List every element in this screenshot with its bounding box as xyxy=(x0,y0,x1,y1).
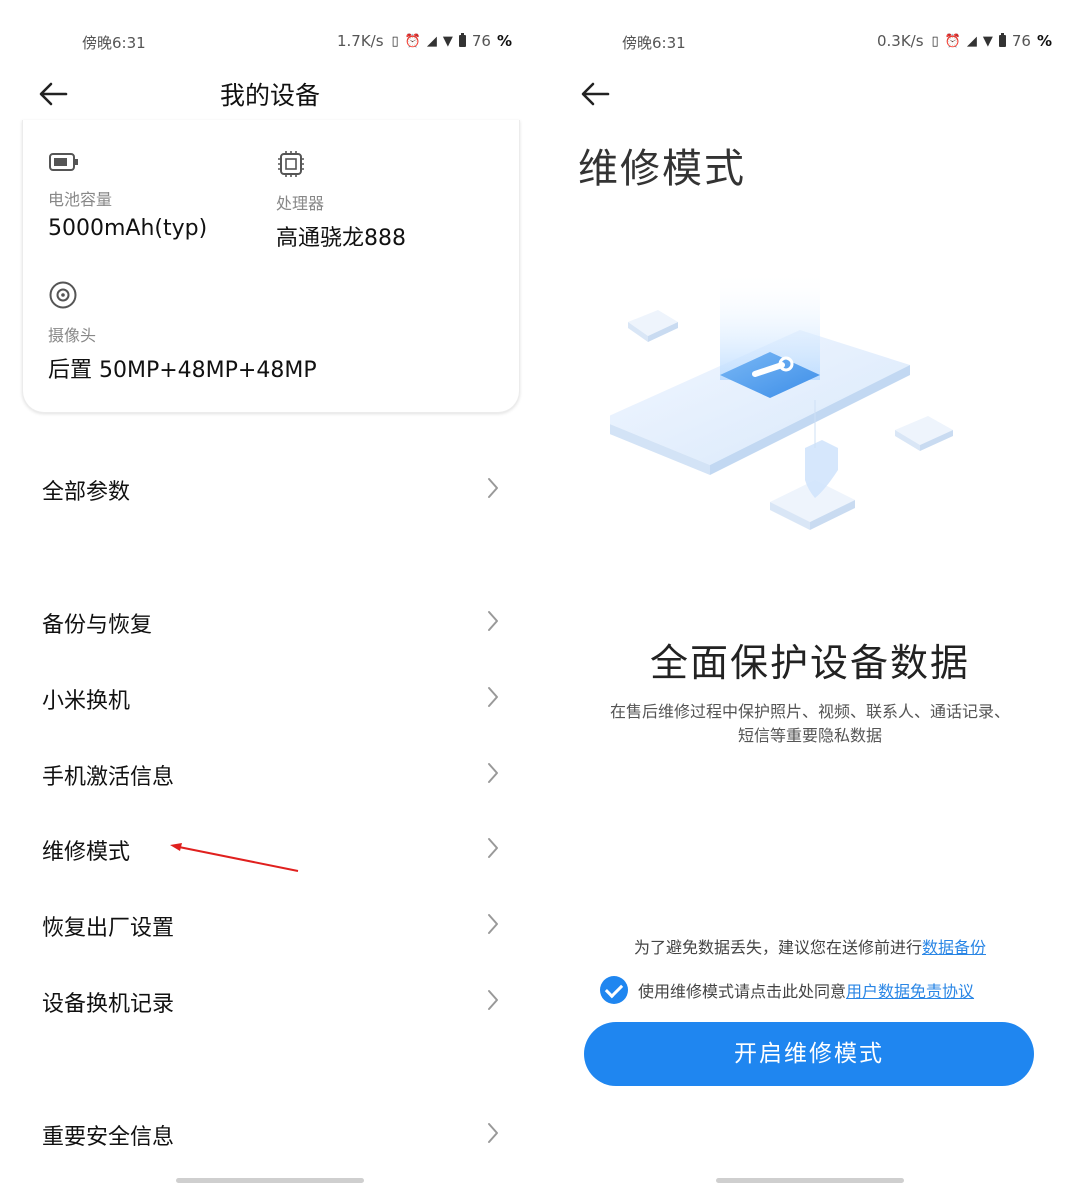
camera-icon xyxy=(49,281,77,309)
data-backup-link[interactable]: 数据备份 xyxy=(922,938,986,957)
device-specs-card: 电池容量 5000mAh(typ) 处理器 高通骁龙888 摄像头 后置 50M… xyxy=(22,120,520,413)
menu-item-label: 设备换机记录 xyxy=(42,992,175,1017)
nav-bar: 我的设备 xyxy=(0,72,540,116)
description-line: 在售后维修过程中保护照片、视频、联系人、通话记录、 xyxy=(609,702,1010,721)
spec-battery: 电池容量 5000mAh(typ) xyxy=(48,150,207,241)
menu-item-label: 全部参数 xyxy=(42,480,131,505)
page-title: 我的设备 xyxy=(219,81,320,110)
menu-item-label: 小米换机 xyxy=(42,689,131,714)
chevron-right-icon xyxy=(488,1123,498,1143)
spec-label: 电池容量 xyxy=(48,190,113,209)
agreement-row: 使用维修模式请点击此处同意 用户数据免责协议 xyxy=(600,974,974,1006)
description: 在售后维修过程中保护照片、视频、联系人、通话记录、 短信等重要隐私数据 xyxy=(580,700,1040,748)
battery-level: 76 xyxy=(1011,32,1031,50)
alarm-icon: ⏰ xyxy=(944,33,961,49)
menu-item-backup-restore[interactable]: 备份与恢复 xyxy=(0,593,540,653)
menu-item-label: 备份与恢复 xyxy=(42,613,153,638)
chevron-right-icon xyxy=(488,611,498,631)
menu-item-all-params[interactable]: 全部参数 xyxy=(0,460,540,520)
headline: 全面保护设备数据 xyxy=(649,641,970,685)
spec-value: 5000mAh(typ) xyxy=(48,216,208,241)
vibrate-icon: ▯ xyxy=(391,33,399,49)
page-title: 维修模式 xyxy=(578,146,746,192)
agreement-text: 使用维修模式请点击此处同意 xyxy=(638,982,847,1001)
enable-repair-mode-button[interactable]: 开启维修模式 xyxy=(584,1022,1034,1086)
wifi-icon: ▼ xyxy=(442,33,453,49)
my-device-screen: 傍晚6:31 1.7K/s ▯ ⏰ ◢ ▼ 76 % 我的设备 电池容量 500… xyxy=(0,0,540,1195)
menu-item-safety-info[interactable]: 重要安全信息 xyxy=(0,1105,540,1165)
spec-label: 处理器 xyxy=(276,194,325,213)
chevron-right-icon xyxy=(488,914,498,934)
battery-percent-sign: % xyxy=(1036,32,1052,50)
menu-item-label: 恢复出厂设置 xyxy=(42,916,175,941)
battery-icon xyxy=(458,33,466,47)
battery-percent-sign: % xyxy=(496,32,512,50)
battery-icon xyxy=(998,33,1006,47)
spec-value: 高通骁龙888 xyxy=(276,226,406,251)
vibrate-icon: ▯ xyxy=(931,33,939,49)
status-time: 傍晚6:31 xyxy=(622,34,686,52)
backup-note: 为了避免数据丢失，建议您在送修前进行数据备份 xyxy=(540,934,1080,958)
annotation-arrow xyxy=(170,843,299,872)
chevron-right-icon xyxy=(488,990,498,1010)
repair-mode-screen: 傍晚6:31 0.3K/s ▯ ⏰ ◢ ▼ 76 % 维修模式 全面保护设备数据… xyxy=(540,0,1080,1195)
menu-item-label: 重要安全信息 xyxy=(42,1125,175,1150)
home-indicator[interactable] xyxy=(176,1178,364,1183)
spec-processor: 处理器 高通骁龙888 xyxy=(276,150,406,252)
status-bar: 傍晚6:31 0.3K/s ▯ ⏰ ◢ ▼ 76 % xyxy=(540,28,1080,54)
alarm-icon: ⏰ xyxy=(404,33,421,49)
signal-icon: ◢ xyxy=(966,33,977,49)
wifi-icon: ▼ xyxy=(982,33,993,49)
back-button[interactable] xyxy=(578,76,618,112)
home-indicator[interactable] xyxy=(716,1178,904,1183)
menu-item-mi-mover[interactable]: 小米换机 xyxy=(0,669,540,729)
spec-camera: 摄像头 后置 50MP+48MP+48MP xyxy=(48,280,317,384)
chevron-right-icon xyxy=(488,478,498,498)
back-arrow-icon xyxy=(581,82,610,106)
nav-bar xyxy=(540,72,1080,116)
menu-item-factory-reset[interactable]: 恢复出厂设置 xyxy=(0,896,540,956)
backup-note-text: 为了避免数据丢失，建议您在送修前进行 xyxy=(633,938,922,957)
menu-item-label: 手机激活信息 xyxy=(42,765,175,790)
battery-level: 76 xyxy=(471,32,491,50)
menu-item-label: 维修模式 xyxy=(42,840,131,865)
status-time: 傍晚6:31 xyxy=(82,34,146,52)
signal-icon: ◢ xyxy=(426,33,437,49)
agree-checkbox[interactable] xyxy=(600,976,628,1004)
network-speed: 1.7K/s xyxy=(336,32,384,50)
processor-icon xyxy=(278,151,304,177)
chevron-right-icon xyxy=(488,838,498,858)
chevron-right-icon xyxy=(488,687,498,707)
repair-illustration xyxy=(610,270,953,530)
network-speed: 0.3K/s xyxy=(876,32,924,50)
chevron-right-icon xyxy=(488,763,498,783)
menu-item-activation-info[interactable]: 手机激活信息 xyxy=(0,745,540,805)
spec-value: 后置 50MP+48MP+48MP xyxy=(48,358,317,383)
status-bar: 傍晚6:31 1.7K/s ▯ ⏰ ◢ ▼ 76 % xyxy=(0,28,540,54)
spec-label: 摄像头 xyxy=(48,326,97,345)
user-data-disclaimer-link[interactable]: 用户数据免责协议 xyxy=(846,978,974,1002)
battery-icon xyxy=(49,153,78,171)
description-line: 短信等重要隐私数据 xyxy=(737,726,882,745)
menu-item-device-transfer-log[interactable]: 设备换机记录 xyxy=(0,972,540,1032)
